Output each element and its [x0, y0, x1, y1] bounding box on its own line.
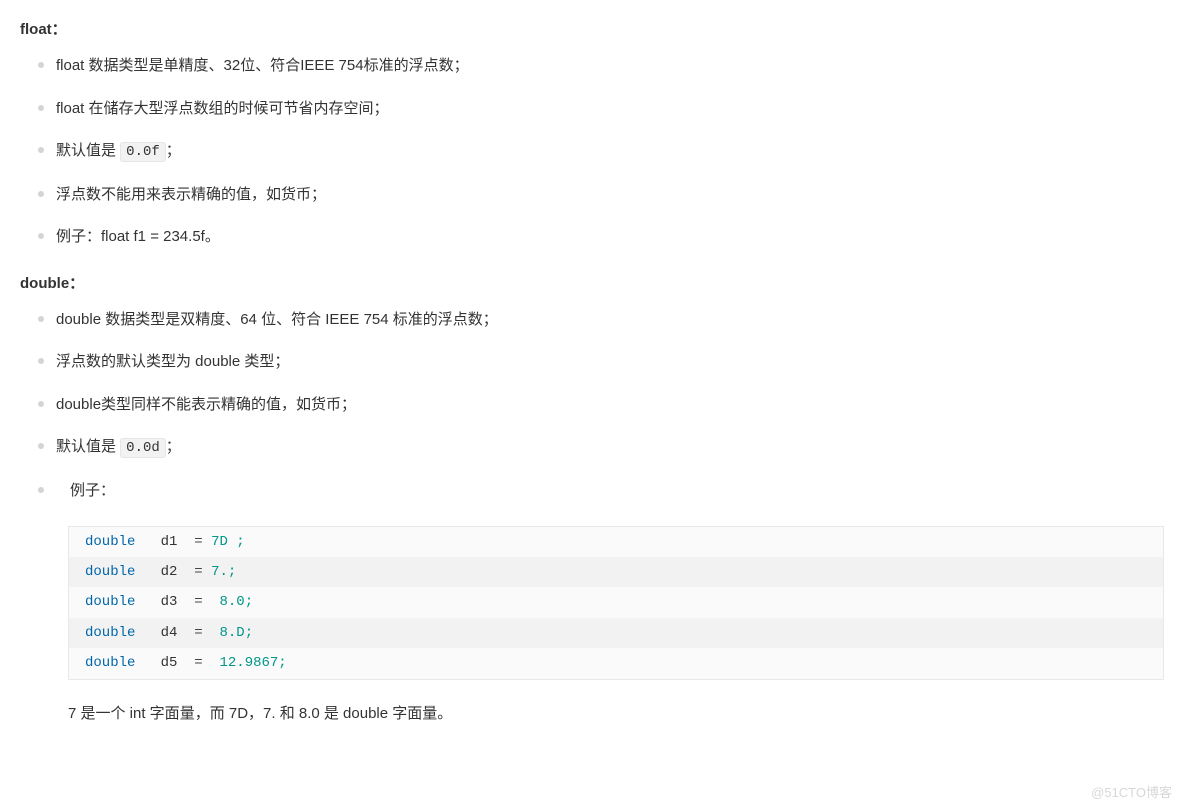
float-list: float 数据类型是单精度、32位、符合IEEE 754标准的浮点数； flo…	[20, 53, 1164, 250]
inline-code: 0.0f	[120, 142, 166, 162]
list-item: double类型同样不能表示精确的值，如货币；	[38, 392, 1164, 418]
item-text: 例子：float f1 = 234.5f。	[56, 228, 220, 245]
list-item: 默认值是 0.0f；	[38, 138, 1164, 165]
code-line: double d5 = 12.9867;	[69, 648, 1163, 678]
section-title-double: double：	[20, 272, 1164, 293]
list-item: 浮点数不能用来表示精确的值，如货币；	[38, 182, 1164, 208]
code-line: double d4 = 8.D;	[69, 618, 1163, 648]
item-suffix: ；	[166, 142, 181, 159]
item-text: float 在储存大型浮点数组的时候可节省内存空间；	[56, 100, 389, 117]
code-line: double d3 = 8.0;	[69, 587, 1163, 617]
item-text: float 数据类型是单精度、32位、符合IEEE 754标准的浮点数；	[56, 57, 469, 74]
item-text: double类型同样不能表示精确的值，如货币；	[56, 396, 356, 413]
nested-label: 例子：	[56, 482, 115, 499]
list-item: float 数据类型是单精度、32位、符合IEEE 754标准的浮点数；	[38, 53, 1164, 79]
list-item: 默认值是 0.0d；	[38, 434, 1164, 461]
list-item: 例子：float f1 = 234.5f。	[38, 224, 1164, 250]
list-item: 浮点数的默认类型为 double 类型；	[38, 349, 1164, 375]
code-line: double d2 = 7.;	[69, 557, 1163, 587]
watermark: @51CTO博客	[1091, 782, 1172, 801]
item-text: double 数据类型是双精度、64 位、符合 IEEE 754 标准的浮点数；	[56, 311, 498, 328]
item-prefix: 默认值是	[56, 142, 120, 159]
code-line: double d1 = 7D ;	[69, 527, 1163, 557]
item-prefix: 默认值是	[56, 438, 120, 455]
item-suffix: ；	[166, 438, 181, 455]
section-title-float: float：	[20, 18, 1164, 39]
item-text: 浮点数的默认类型为 double 类型；	[56, 353, 289, 370]
list-item: double 数据类型是双精度、64 位、符合 IEEE 754 标准的浮点数；	[38, 307, 1164, 333]
footnote: 7 是一个 int 字面量，而 7D，7. 和 8.0 是 double 字面量…	[68, 702, 1164, 723]
list-item: float 在储存大型浮点数组的时候可节省内存空间；	[38, 96, 1164, 122]
list-item: 例子：	[38, 478, 1164, 504]
double-list: double 数据类型是双精度、64 位、符合 IEEE 754 标准的浮点数；…	[20, 307, 1164, 504]
inline-code: 0.0d	[120, 438, 166, 458]
code-block: double d1 = 7D ; double d2 = 7.; double …	[68, 526, 1164, 680]
item-text: 浮点数不能用来表示精确的值，如货币；	[56, 186, 326, 203]
